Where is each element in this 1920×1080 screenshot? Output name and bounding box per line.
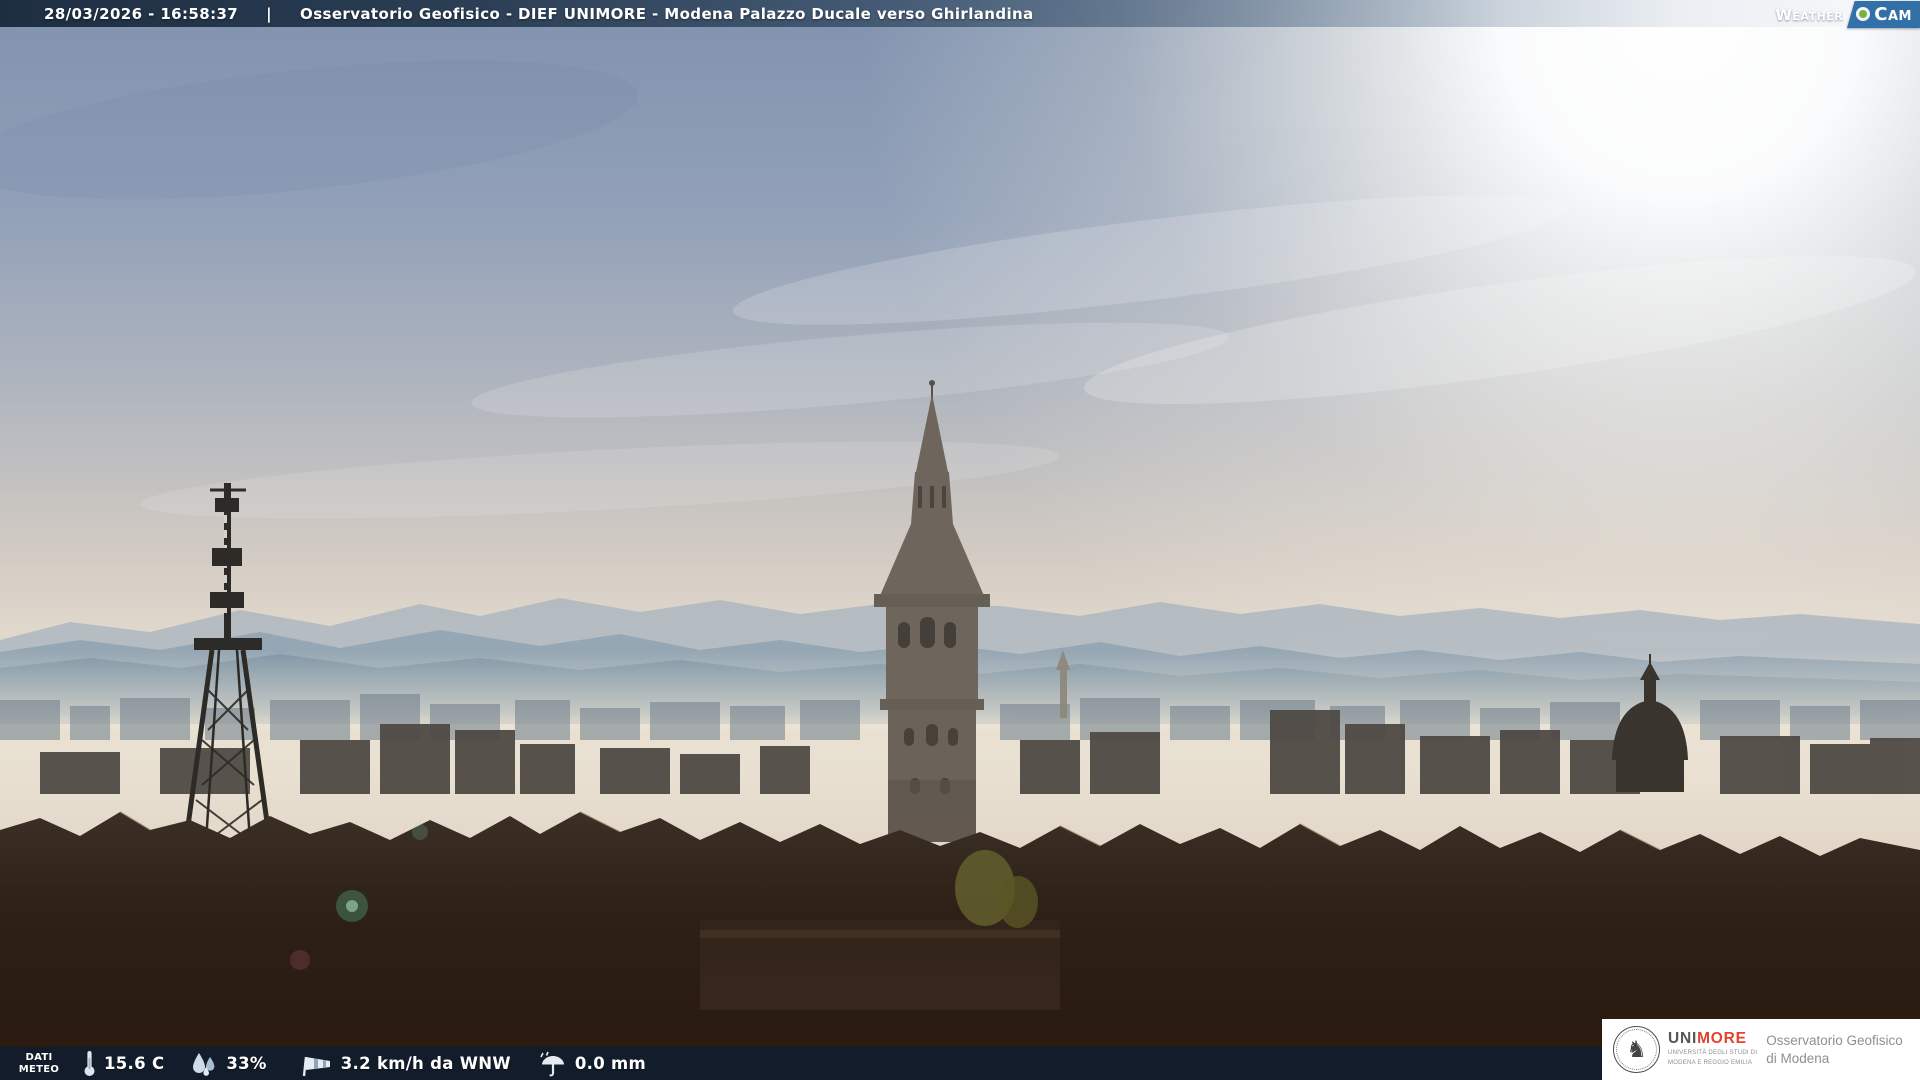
windsock-icon [297,1051,333,1077]
rain-reading: 0.0 mm [539,1051,646,1077]
temperature-value: 15.6 C [104,1054,165,1073]
weathercam-cam-text: Cam [1874,3,1912,25]
webcam-frame: 28/03/2026 - 16:58:37 | Osservatorio Geo… [0,0,1920,1080]
wind-value: 3.2 km/h da WNW [340,1054,511,1073]
unimore-brand-box: ♞ UNIMORE UNIVERSITÀ DEGLI STUDI DI MODE… [1602,1019,1920,1080]
humidity-drops-icon [190,1051,218,1077]
unimore-seal-icon: ♞ [1613,1026,1660,1073]
weathercam-logo: Weather Cam [1775,2,1920,27]
meteo-label: DATI METEO [15,1052,63,1075]
thermometer-icon [83,1050,96,1077]
observatory-line2: di Modena [1766,1050,1830,1066]
observatory-name: Osservatorio Geofisico di Modena [1766,1032,1903,1067]
unimore-subtitle-line1: UNIVERSITÀ DEGLI STUDI DI [1668,1049,1758,1056]
unimore-more-text: MORE [1697,1030,1747,1048]
seal-glyph: ♞ [1626,1036,1647,1062]
separator: | [266,4,273,23]
webcam-scene [0,0,1920,1080]
unimore-subtitle-line2: MODENA E REGGIO EMILIA [1668,1060,1753,1067]
datetime-text: 28/03/2026 - 16:58:37 [44,4,239,23]
weathercam-plate: Cam [1847,1,1920,28]
observatory-line1: Osservatorio Geofisico [1766,1032,1903,1048]
wind-reading: 3.2 km/h da WNW [297,1051,511,1077]
weathercam-weather-text: Weather [1775,5,1844,24]
rain-umbrella-icon [539,1051,567,1077]
temperature-reading: 15.6 C [83,1050,164,1077]
meteo-label-line2: METEO [18,1063,60,1075]
camera-lens-dot-icon [1856,7,1871,21]
rain-value: 0.0 mm [574,1054,647,1073]
humidity-value: 33% [226,1054,267,1073]
unimore-uni-text: UNI [1668,1030,1698,1048]
unimore-wordmark: UNIMORE UNIVERSITÀ DEGLI STUDI DI MODENA… [1668,1031,1757,1068]
camera-title: Osservatorio Geofisico - DIEF UNIMORE - … [300,4,1034,23]
top-info-bar: 28/03/2026 - 16:58:37 | Osservatorio Geo… [0,0,1920,27]
humidity-reading: 33% [190,1051,266,1077]
meteo-label-line1: DATI [25,1052,53,1063]
